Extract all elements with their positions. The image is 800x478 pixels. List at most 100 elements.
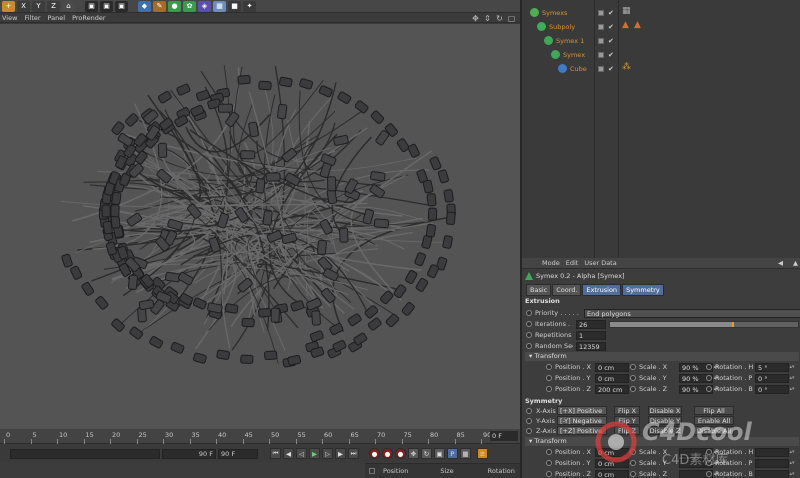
transform-value-field[interactable]: 0 cm [595, 362, 629, 372]
phong-tag-icon[interactable]: ▲ [622, 20, 629, 30]
transform-value-field[interactable] [755, 458, 789, 468]
attr-menu-userdata[interactable]: User Data [584, 259, 616, 267]
flip-axis-button[interactable]: Flip X [614, 406, 640, 415]
rotate-view-icon[interactable]: ↻ [495, 14, 504, 23]
transform-value-field[interactable]: 0 cm [595, 469, 629, 478]
selection-tag-icon[interactable]: ⁂ [622, 62, 631, 72]
end-frame-field[interactable]: 90 F [162, 448, 216, 459]
object-row[interactable]: Cube ✔ ⁂ [522, 62, 800, 75]
scheme-icon[interactable]: ≡ [477, 448, 488, 459]
transform-value-field[interactable]: 0 cm [595, 373, 629, 383]
visibility-dot[interactable] [598, 65, 604, 72]
go-to-start-icon[interactable]: ⏮ [270, 448, 281, 459]
enable-check-icon[interactable]: ✔ [608, 9, 614, 17]
render-settings-icon[interactable]: ▣ [115, 0, 128, 12]
stepper-arrows-icon[interactable]: ▴▾ [789, 471, 795, 477]
menu-prorender[interactable]: ProRender [72, 14, 105, 22]
axis-z-icon[interactable]: Z [47, 0, 60, 12]
anim-radio[interactable] [546, 449, 552, 455]
menu-filter[interactable]: Filter [24, 14, 40, 22]
attr-menu-mode[interactable]: Mode [542, 259, 560, 267]
all-axes-button[interactable]: Disable All [694, 426, 734, 435]
visibility-dot[interactable] [598, 51, 604, 58]
anim-radio[interactable] [546, 460, 552, 466]
anim-radio[interactable] [630, 471, 636, 477]
visibility-dot[interactable] [598, 23, 604, 30]
iterations-slider[interactable] [609, 320, 799, 328]
object-name[interactable]: Cube [570, 65, 587, 73]
anim-radio[interactable] [526, 428, 532, 434]
stepper-arrows-icon[interactable]: ▴▾ [789, 449, 795, 455]
light-icon[interactable]: ✦ [243, 0, 256, 12]
object-name[interactable]: Symex [563, 51, 585, 59]
anim-radio[interactable] [706, 375, 712, 381]
object-name[interactable]: Subpoly [549, 23, 575, 31]
object-row[interactable]: Symexs ✔ ▦ [522, 6, 800, 19]
anim-radio[interactable] [546, 364, 552, 370]
transform-value-field[interactable] [755, 447, 789, 457]
seed-field[interactable]: 12359 [576, 341, 606, 351]
timeline-ruler[interactable]: 0 5 10 15 20 25 30 35 40 45 50 55 60 65 70 75 80 85 90 [0, 429, 520, 444]
transform-heading-1[interactable]: ▾ Transform [525, 352, 799, 361]
anim-radio[interactable] [526, 408, 532, 414]
camera-icon[interactable]: ■ [228, 0, 241, 12]
tab-extrusion[interactable]: Extrusion [582, 284, 622, 296]
enable-check-icon[interactable]: ✔ [608, 23, 614, 31]
deformer-icon[interactable]: ◈ [198, 0, 211, 12]
priority-dropdown[interactable]: End polygons [584, 308, 800, 318]
key-pla-icon[interactable]: ▦ [460, 448, 471, 459]
transform-value-field[interactable]: 0 ° [755, 384, 789, 394]
anim-radio[interactable] [630, 449, 636, 455]
render-picture-icon[interactable]: ▣ [100, 0, 113, 12]
prev-frame-icon[interactable]: ◁ [296, 448, 307, 459]
visibility-dot[interactable] [598, 37, 604, 44]
key-scale-icon[interactable]: ▣ [434, 448, 445, 459]
object-name[interactable]: Symex 1 [556, 37, 584, 45]
add-icon[interactable]: + [2, 0, 15, 12]
anim-radio[interactable] [526, 321, 532, 327]
axis-x-icon[interactable]: X [17, 0, 30, 12]
autokey-icon[interactable]: ● [382, 448, 393, 459]
stepper-arrows-icon[interactable]: ▴▾ [789, 460, 795, 466]
3d-viewport[interactable] [0, 24, 520, 429]
flip-axis-button[interactable]: Flip Y [614, 416, 640, 425]
go-to-end-icon[interactable]: ⏭ [348, 448, 359, 459]
disable-axis-button[interactable]: Disable Z [648, 426, 682, 435]
anim-radio[interactable] [630, 386, 636, 392]
material-tag-icon[interactable]: ▦ [622, 6, 631, 16]
move-view-icon[interactable]: ✥ [471, 14, 480, 23]
anim-radio[interactable] [630, 460, 636, 466]
enable-check-icon[interactable]: ✔ [608, 51, 614, 59]
object-row[interactable]: Symex 1 ✔ [522, 34, 800, 47]
spline-icon[interactable]: ✎ [153, 0, 166, 12]
play-icon[interactable]: ▶ [309, 448, 320, 459]
all-axes-button[interactable]: Enable All [694, 416, 734, 425]
object-row[interactable]: Subpoly ✔ ▲ ▲ [522, 20, 800, 33]
end-frame-field-2[interactable]: 90 F [218, 448, 258, 459]
toggle-view-icon[interactable]: ▢ [507, 14, 516, 23]
transform-value-field[interactable]: 0 cm [595, 447, 629, 457]
iterations-field[interactable]: 26 [576, 319, 606, 329]
disable-axis-button[interactable]: Disable Y [648, 416, 682, 425]
flip-axis-button[interactable]: Flip Z [614, 426, 640, 435]
object-name[interactable]: Symexs [542, 9, 567, 17]
render-view-icon[interactable]: ▣ [85, 0, 98, 12]
repetitions-field[interactable]: 1 [576, 330, 606, 340]
transform-value-field[interactable]: 0 ° [755, 373, 789, 383]
record-icon[interactable]: ● [369, 448, 380, 459]
stepper-arrows-icon[interactable]: ▴▾ [789, 364, 795, 370]
up-arrow-icon[interactable]: ▲ [793, 259, 798, 267]
transform-value-field[interactable]: 200 cm [595, 384, 629, 394]
anim-radio[interactable] [706, 449, 712, 455]
all-axes-button[interactable]: Flip All [694, 406, 734, 415]
zoom-view-icon[interactable]: ⇕ [483, 14, 492, 23]
coord-checkbox[interactable] [369, 468, 375, 474]
tab-symmetry[interactable]: Symmetry [622, 284, 664, 296]
anim-radio[interactable] [706, 460, 712, 466]
enable-check-icon[interactable]: ✔ [608, 37, 614, 45]
anim-radio[interactable] [546, 471, 552, 477]
transform-value-field[interactable]: 5 ° [755, 362, 789, 372]
object-row[interactable]: Symex ✔ [522, 48, 800, 61]
key-rotation-icon[interactable]: ↻ [421, 448, 432, 459]
visibility-dot[interactable] [598, 9, 604, 16]
